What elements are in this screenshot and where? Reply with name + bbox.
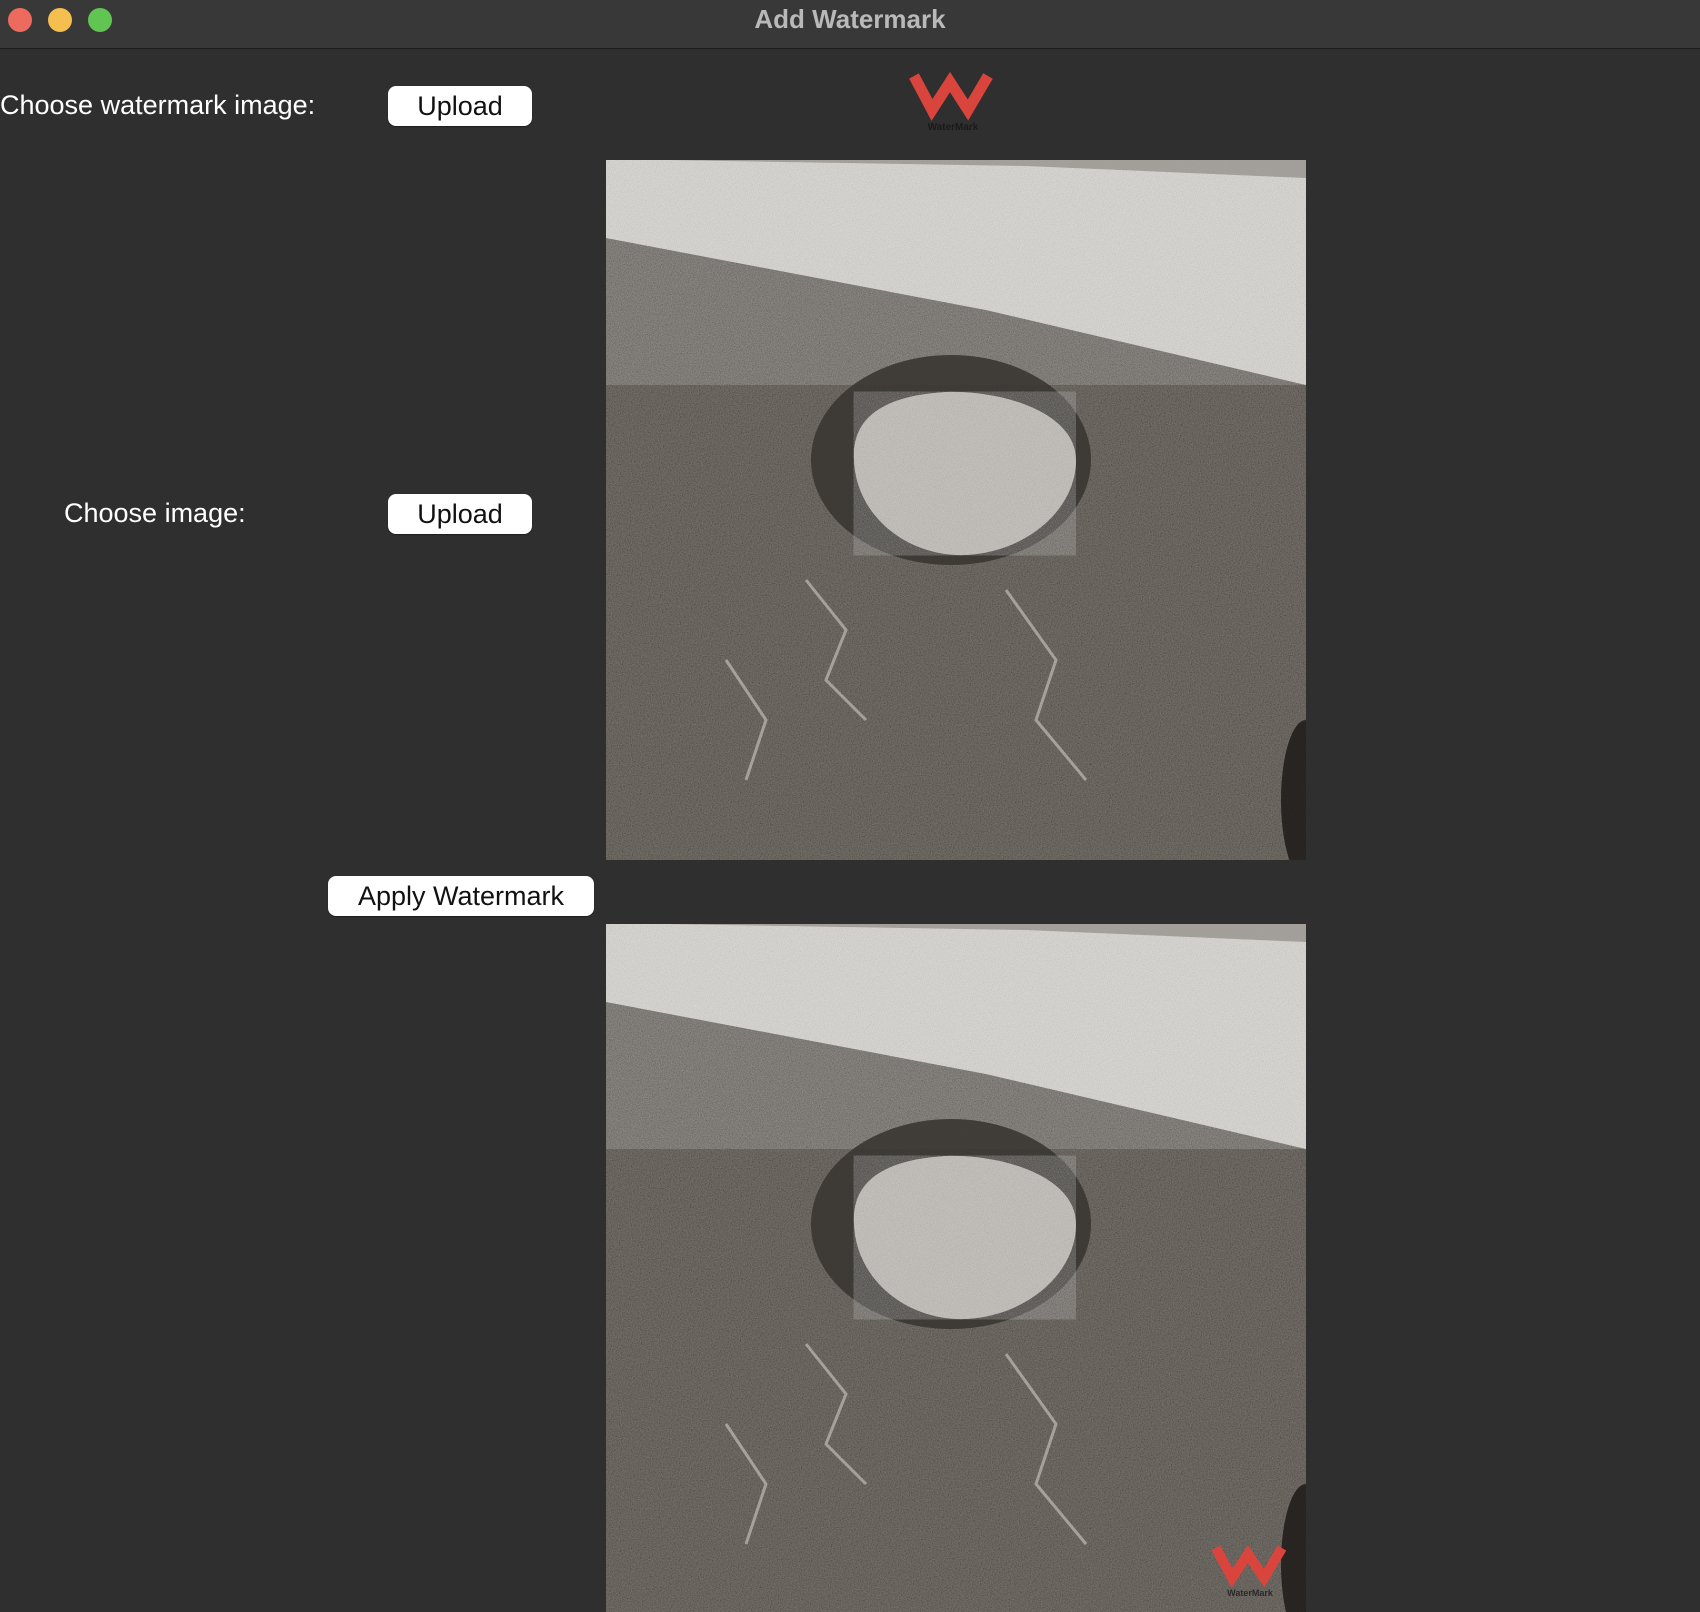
app-window: Add Watermark Choose watermark image: Up… [0,0,1700,1612]
image-label: Choose image: [64,498,246,528]
watermark-image-label: Choose watermark image: [0,90,316,120]
window-title: Add Watermark [754,4,946,34]
title-bar[interactable]: Add Watermark [0,0,1700,49]
svg-text:WaterMark: WaterMark [1227,1588,1274,1598]
watermark-caption: WaterMark [928,122,979,133]
upload-watermark-button[interactable]: Upload [388,86,532,126]
upload-image-button[interactable]: Upload [388,494,532,534]
apply-watermark-button[interactable]: Apply Watermark [328,876,594,916]
source-image-preview [606,160,1306,860]
watermark-preview-logo: WaterMark [909,71,993,133]
watermarked-image-preview: WaterMark [606,924,1306,1612]
